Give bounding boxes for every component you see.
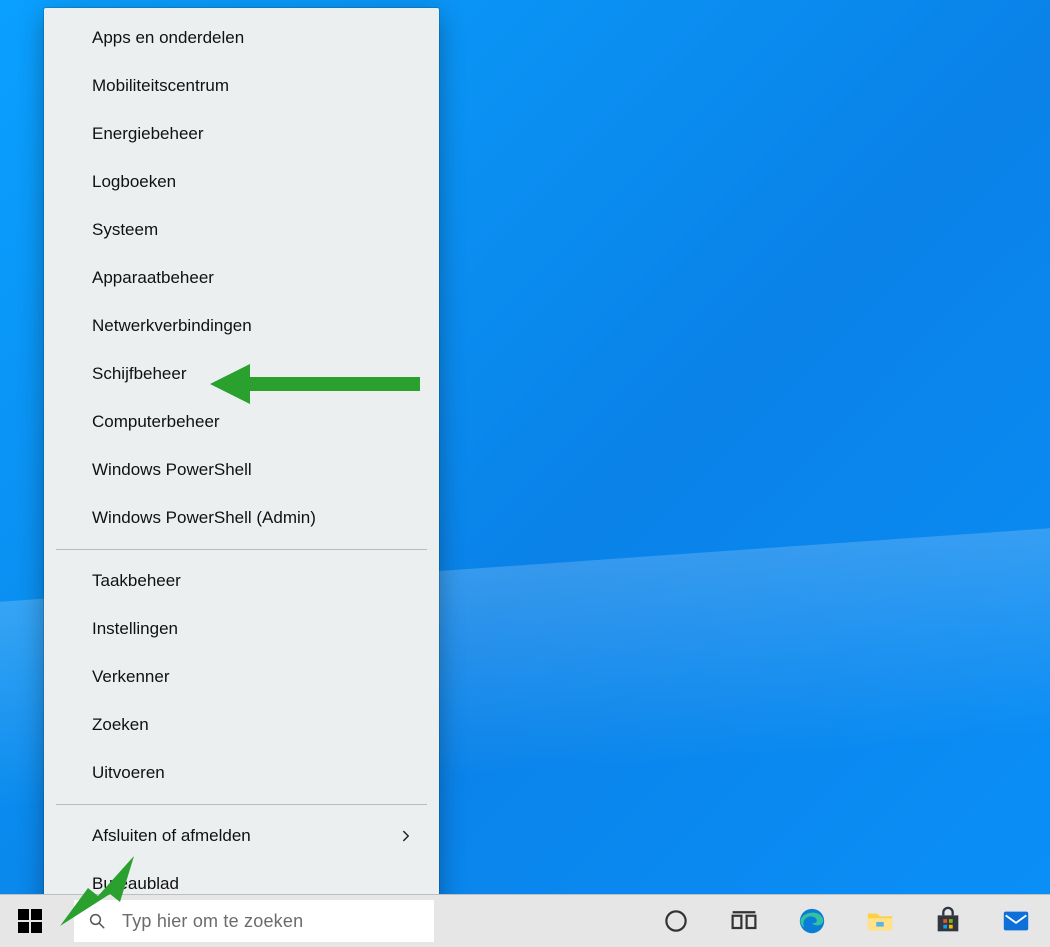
- menu-item-label: Schijfbeheer: [92, 362, 187, 386]
- menu-item-label: Windows PowerShell: [92, 458, 252, 482]
- menu-device-manager[interactable]: Apparaatbeheer: [44, 254, 439, 302]
- microsoft-store-icon[interactable]: [932, 905, 964, 937]
- taskbar-icons: [660, 895, 1050, 947]
- menu-item-label: Energiebeheer: [92, 122, 204, 146]
- menu-item-label: Apparaatbeheer: [92, 266, 214, 290]
- menu-item-label: Apps en onderdelen: [92, 26, 244, 50]
- menu-system[interactable]: Systeem: [44, 206, 439, 254]
- menu-disk-management[interactable]: Schijfbeheer: [44, 350, 439, 398]
- menu-computer-management[interactable]: Computerbeheer: [44, 398, 439, 446]
- menu-separator: [56, 549, 427, 550]
- search-icon: [88, 912, 106, 930]
- chevron-right-icon: [397, 827, 415, 845]
- menu-item-label: Mobiliteitscentrum: [92, 74, 229, 98]
- cortana-icon[interactable]: [660, 905, 692, 937]
- start-button[interactable]: [0, 895, 60, 947]
- menu-power-options[interactable]: Energiebeheer: [44, 110, 439, 158]
- menu-powershell[interactable]: Windows PowerShell: [44, 446, 439, 494]
- menu-item-label: Netwerkverbindingen: [92, 314, 252, 338]
- menu-item-label: Instellingen: [92, 617, 178, 641]
- menu-network-connections[interactable]: Netwerkverbindingen: [44, 302, 439, 350]
- taskbar-search-box[interactable]: Typ hier om te zoeken: [74, 900, 434, 942]
- menu-apps-and-features[interactable]: Apps en onderdelen: [44, 14, 439, 62]
- windows-logo-icon: [18, 909, 42, 933]
- menu-powershell-admin[interactable]: Windows PowerShell (Admin): [44, 494, 439, 542]
- menu-item-label: Taakbeheer: [92, 569, 181, 593]
- menu-item-label: Systeem: [92, 218, 158, 242]
- file-explorer-icon[interactable]: [864, 905, 896, 937]
- search-placeholder: Typ hier om te zoeken: [122, 911, 303, 932]
- edge-browser-icon[interactable]: [796, 905, 828, 937]
- menu-search[interactable]: Zoeken: [44, 701, 439, 749]
- menu-run[interactable]: Uitvoeren: [44, 749, 439, 797]
- start-context-menu: Apps en onderdelen Mobiliteitscentrum En…: [44, 8, 439, 908]
- menu-item-label: Computerbeheer: [92, 410, 220, 434]
- mail-icon[interactable]: [1000, 905, 1032, 937]
- menu-mobility-center[interactable]: Mobiliteitscentrum: [44, 62, 439, 110]
- menu-separator: [56, 804, 427, 805]
- menu-task-manager[interactable]: Taakbeheer: [44, 557, 439, 605]
- taskbar: Typ hier om te zoeken: [0, 894, 1050, 947]
- menu-file-explorer[interactable]: Verkenner: [44, 653, 439, 701]
- task-view-icon[interactable]: [728, 905, 760, 937]
- menu-shutdown-signout[interactable]: Afsluiten of afmelden: [44, 812, 439, 860]
- menu-item-label: Afsluiten of afmelden: [92, 824, 251, 848]
- menu-item-label: Uitvoeren: [92, 761, 165, 785]
- menu-item-label: Logboeken: [92, 170, 176, 194]
- menu-item-label: Windows PowerShell (Admin): [92, 506, 316, 530]
- menu-event-viewer[interactable]: Logboeken: [44, 158, 439, 206]
- menu-item-label: Verkenner: [92, 665, 170, 689]
- menu-item-label: Bureaublad: [92, 872, 179, 896]
- menu-item-label: Zoeken: [92, 713, 149, 737]
- menu-settings[interactable]: Instellingen: [44, 605, 439, 653]
